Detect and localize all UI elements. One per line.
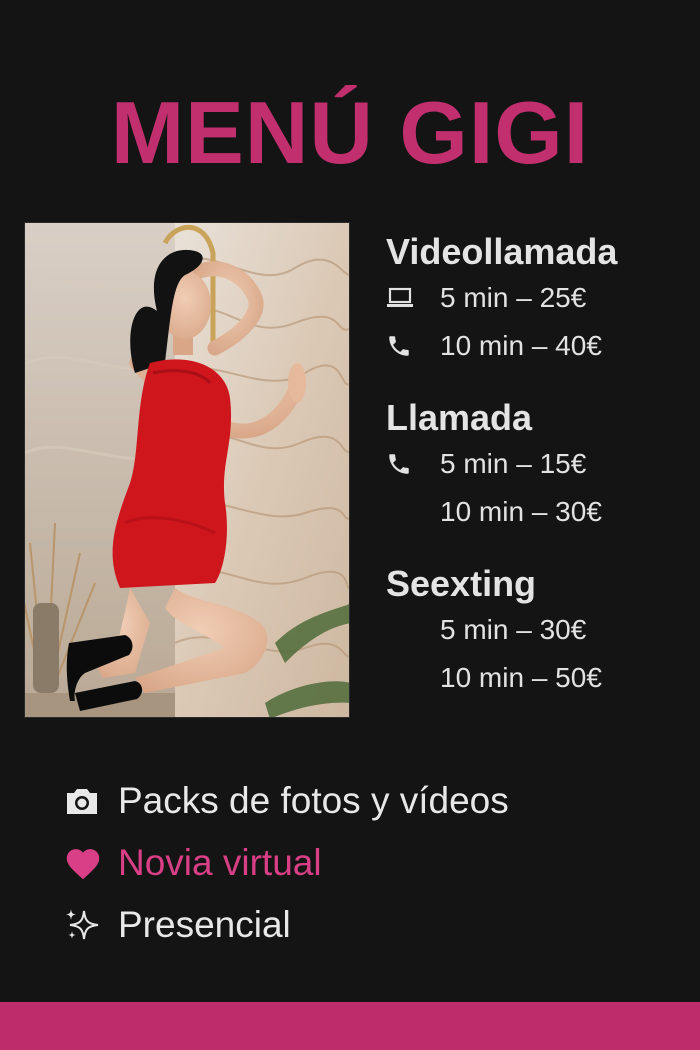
extra-label: Presencial — [118, 904, 291, 945]
price-text: 10 min – 50€ — [440, 662, 602, 693]
price-text: 5 min – 25€ — [440, 282, 587, 313]
sparkles-icon — [64, 907, 118, 943]
price-text: 5 min – 30€ — [440, 614, 587, 645]
page-title: MENÚ GIGI — [110, 83, 590, 182]
heart-icon — [64, 846, 118, 880]
phone-icon — [386, 451, 440, 477]
extras-list: Packs de fotos y vídeos Novia virtual Pr… — [64, 770, 509, 956]
price-text: 10 min – 40€ — [440, 330, 602, 361]
service-heading: Seexting — [386, 563, 537, 604]
phone-icon — [386, 333, 440, 359]
services-list: Videollamada 5 min – 25€ 10 min – 40€ Ll… — [386, 230, 686, 728]
service-llamada: Llamada 5 min – 15€ 10 min – 30€ — [386, 396, 686, 536]
extra-novia-virtual: Novia virtual — [64, 832, 509, 894]
camera-icon — [64, 786, 118, 816]
price-row: 10 min – 40€ — [386, 322, 686, 370]
extra-label: Packs de fotos y vídeos — [118, 780, 509, 821]
service-seexting: Seexting 5 min – 30€ 10 min – 50€ — [386, 562, 686, 702]
price-row: 5 min – 25€ — [386, 274, 686, 322]
price-row: 10 min – 30€ — [386, 488, 686, 536]
price-row: 5 min – 30€ — [386, 606, 686, 654]
extra-presencial: Presencial — [64, 894, 509, 956]
service-heading: Videollamada — [386, 231, 618, 272]
price-row: 10 min – 50€ — [386, 654, 686, 702]
laptop-icon — [386, 286, 440, 310]
service-heading: Llamada — [386, 397, 533, 438]
price-text: 5 min – 15€ — [440, 448, 587, 479]
profile-photo — [24, 222, 350, 718]
price-text: 10 min – 30€ — [440, 496, 602, 527]
footer-bar — [0, 1002, 700, 1050]
extra-packs: Packs de fotos y vídeos — [64, 770, 509, 832]
price-row: 5 min – 15€ — [386, 440, 686, 488]
extra-label: Novia virtual — [118, 842, 322, 883]
service-videollamada: Videollamada 5 min – 25€ 10 min – 40€ — [386, 230, 686, 370]
